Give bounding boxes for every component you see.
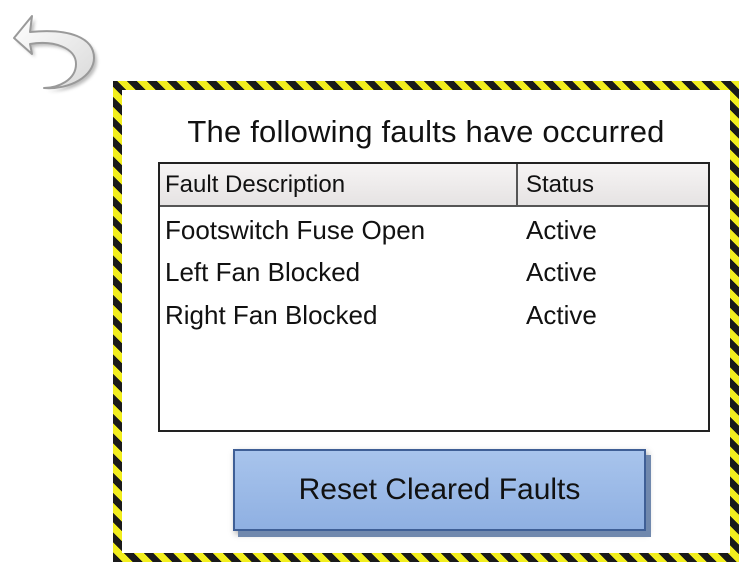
panel-title: The following faults have occurred — [187, 114, 665, 149]
fault-status: Active — [526, 257, 597, 287]
fault-description: Left Fan Blocked — [165, 257, 361, 287]
fault-status: Active — [526, 215, 597, 245]
fault-table: Fault Description Status Footswitch Fuse… — [158, 162, 710, 432]
fault-status: Active — [526, 300, 597, 330]
column-header-status[interactable]: Status — [520, 164, 594, 205]
column-header-fault-description[interactable]: Fault Description — [160, 164, 518, 205]
table-header: Fault Description Status — [160, 164, 708, 207]
table-row[interactable]: Footswitch Fuse Open Active — [160, 209, 708, 251]
fault-panel-inner: The following faults have occurred Fault… — [122, 90, 730, 553]
fault-panel: The following faults have occurred Fault… — [113, 81, 739, 562]
back-button[interactable] — [10, 4, 102, 104]
reset-cleared-faults-button[interactable]: Reset Cleared Faults — [233, 449, 646, 531]
table-row[interactable]: Right Fan Blocked Active — [160, 294, 708, 336]
undo-arrow-icon — [13, 15, 97, 92]
fault-description: Right Fan Blocked — [165, 300, 378, 330]
fault-description: Footswitch Fuse Open — [165, 215, 426, 245]
table-row[interactable]: Left Fan Blocked Active — [160, 251, 708, 293]
